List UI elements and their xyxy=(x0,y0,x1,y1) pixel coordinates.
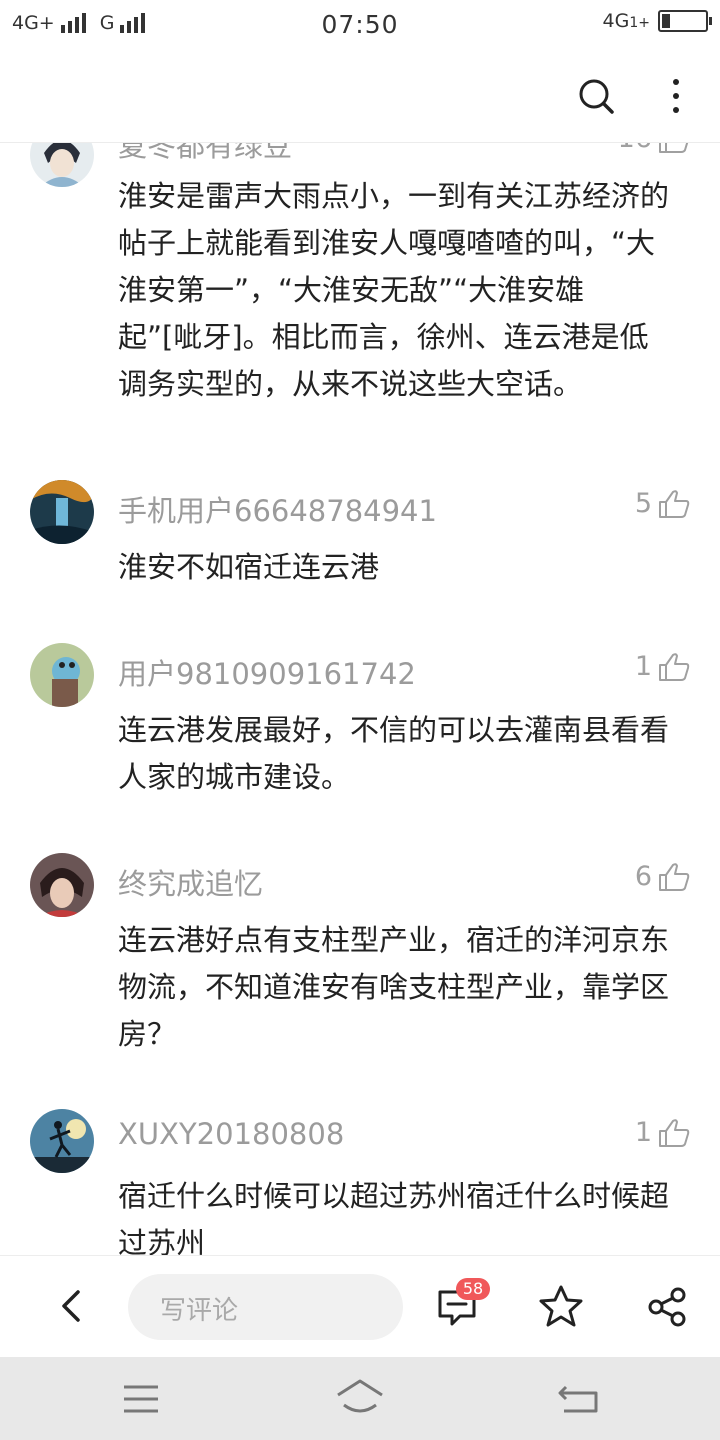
comment-input[interactable]: 写评论 xyxy=(128,1274,403,1340)
like-button[interactable]: 16 xyxy=(618,143,690,154)
menu-icon xyxy=(124,1385,158,1413)
like-count: 1 xyxy=(634,1117,652,1148)
like-button[interactable]: 6 xyxy=(635,861,690,892)
comment-line: 起”[呲牙]。相比而言，徐州、连云港是低 xyxy=(118,320,649,354)
thumbs-up-icon xyxy=(659,1118,690,1147)
search-icon xyxy=(579,79,614,114)
like-count: 5 xyxy=(634,488,652,519)
username[interactable]: 手机用户66648784941 xyxy=(118,488,437,530)
status-right: 4G1+ xyxy=(602,10,712,32)
avatar-image xyxy=(30,643,94,707)
comment-line: 帖子上就能看到淮安人嘎嘎喳喳的叫，“大 xyxy=(118,226,656,260)
share-button[interactable] xyxy=(646,1286,688,1328)
comment-line: 连云港好点有支柱型产业，宿迁的洋河京东 xyxy=(118,923,670,957)
top-header xyxy=(0,50,720,143)
comment-input-placeholder: 写评论 xyxy=(160,1296,239,1326)
nav-back-button[interactable] xyxy=(556,1379,600,1417)
like-count: 6 xyxy=(634,861,652,892)
more-options-button[interactable] xyxy=(660,76,692,116)
chevron-left-icon xyxy=(62,1290,80,1322)
comment-count-badge: 58 xyxy=(456,1278,490,1300)
comment-line: 过苏州 xyxy=(118,1226,206,1255)
battery-icon xyxy=(658,10,712,32)
username[interactable]: 用户9810909161742 xyxy=(118,651,416,693)
comment-line: 人家的城市建设。 xyxy=(118,760,351,794)
comment-text: 淮安是雷声大雨点小，一到有关江苏经济的 帖子上就能看到淮安人嘎嘎喳喳的叫，“大 … xyxy=(118,173,696,408)
avatar[interactable] xyxy=(30,853,94,917)
comment-line: 淮安是雷声大雨点小，一到有关江苏经济的 xyxy=(118,179,670,213)
star-icon xyxy=(539,1285,583,1327)
comment-list[interactable]: 夏冬都有绿豆 16 淮安是雷声大雨点小，一到有关江苏经济的 帖子上就能看到淮安人… xyxy=(0,143,720,1255)
username[interactable]: 终究成追忆 xyxy=(118,861,263,903)
like-button[interactable]: 1 xyxy=(635,1117,690,1148)
username[interactable]: 夏冬都有绿豆 xyxy=(118,143,292,165)
thumbs-up-icon xyxy=(659,652,690,681)
comment-line: 连云港发展最好，不信的可以去灌南县看看 xyxy=(118,713,670,747)
thumbs-up-icon xyxy=(659,143,688,153)
comment-text: 淮安不如宿迁连云港 xyxy=(118,544,696,591)
system-navigation-bar xyxy=(0,1357,720,1440)
signal-type-right: 4G1+ xyxy=(602,10,650,32)
comment-line: 宿迁什么时候可以超过苏州宿迁什么时候超 xyxy=(118,1179,670,1213)
comment-line: 淮安不如宿迁连云港 xyxy=(118,550,380,584)
bottom-action-bar: 写评论 58 xyxy=(0,1255,720,1358)
home-icon xyxy=(337,1379,383,1413)
comment-line: 物流，不知道淮安有啥支柱型产业，靠学区 xyxy=(118,970,670,1004)
avatar[interactable] xyxy=(30,1109,94,1173)
favorite-button[interactable] xyxy=(538,1284,584,1328)
avatar-image xyxy=(30,143,94,187)
username[interactable]: XUXY20180808 xyxy=(118,1117,344,1151)
avatar[interactable] xyxy=(30,643,94,707)
nav-home-button[interactable] xyxy=(334,1377,386,1417)
search-button[interactable] xyxy=(576,76,616,116)
status-bar: 4G+ G 07:50 4G1+ xyxy=(0,0,720,50)
thumbs-up-icon xyxy=(659,862,690,891)
back-button[interactable] xyxy=(50,1284,94,1328)
avatar-image xyxy=(30,853,94,917)
comment-text: 连云港好点有支柱型产业，宿迁的洋河京东 物流，不知道淮安有啥支柱型产业，靠学区 … xyxy=(118,917,696,1058)
like-button[interactable]: 5 xyxy=(635,488,690,519)
avatar[interactable] xyxy=(30,143,94,187)
comment-line: 调务实型的，从来不说这些大空话。 xyxy=(118,367,583,401)
thumbs-up-icon xyxy=(659,489,690,518)
more-vertical-icon xyxy=(673,79,679,113)
comment-text: 连云港发展最好，不信的可以去灌南县看看 人家的城市建设。 xyxy=(118,707,696,801)
comment-line: 房？ xyxy=(118,1017,177,1051)
comment-text: 宿迁什么时候可以超过苏州宿迁什么时候超 过苏州 xyxy=(118,1173,696,1255)
avatar[interactable] xyxy=(30,480,94,544)
comment-line: 淮安第一”，“大淮安无敌”“大淮安雄 xyxy=(118,273,585,307)
nav-menu-button[interactable] xyxy=(120,1381,162,1417)
like-button[interactable]: 1 xyxy=(635,651,690,682)
avatar-image xyxy=(30,480,94,544)
avatar-image xyxy=(30,1109,94,1173)
like-count: 16 xyxy=(618,143,652,154)
like-count: 1 xyxy=(634,651,652,682)
back-arrow-icon xyxy=(558,1385,598,1413)
share-icon xyxy=(648,1287,686,1327)
